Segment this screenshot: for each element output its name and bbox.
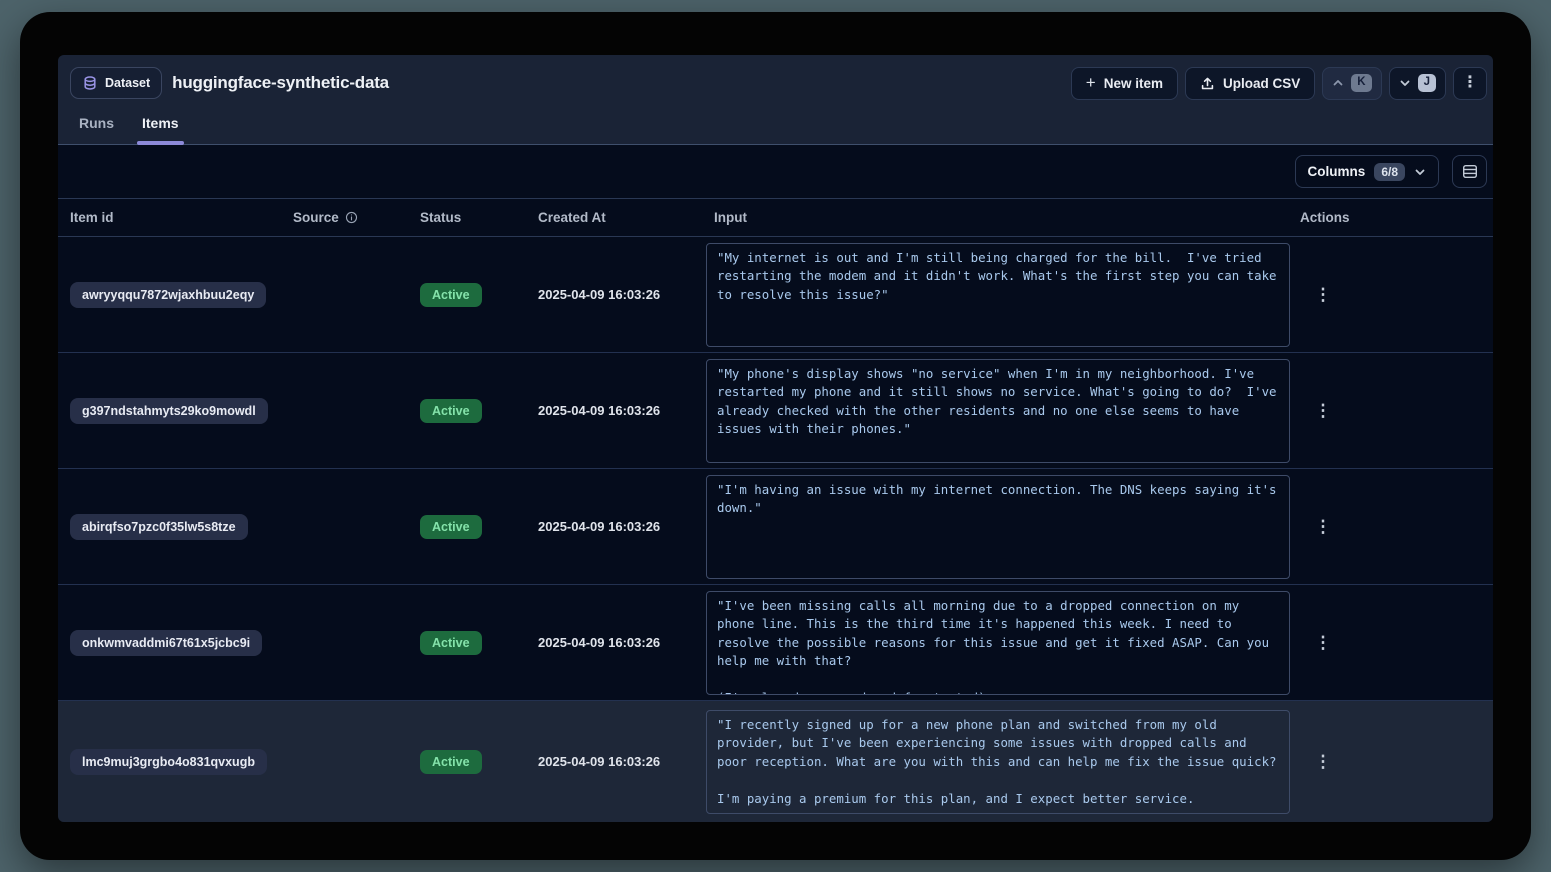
columns-count-badge: 6/8 [1374,163,1405,181]
chevron-down-icon [1399,77,1411,89]
kebab-menu-icon: ⋮ [1315,286,1332,303]
row-height-button[interactable] [1452,155,1487,188]
upload-csv-button[interactable]: Upload CSV [1185,67,1315,100]
created-at-value: 2025-04-09 16:03:26 [538,754,706,769]
input-preview[interactable]: "I recently signed up for a new phone pl… [706,710,1290,814]
created-at-value: 2025-04-09 16:03:26 [538,287,706,302]
chevron-down-icon [1414,166,1426,178]
input-preview[interactable]: "My phone's display shows "no service" w… [706,359,1290,463]
header-actions: Actions [1300,210,1493,225]
status-badge: Active [420,750,482,774]
prev-item-button[interactable]: K [1322,67,1381,100]
page-title: huggingface-synthetic-data [172,73,389,93]
item-id-pill[interactable]: onkwmvaddmi67t61x5jcbc9i [70,630,262,656]
row-actions-button[interactable]: ⋮ [1308,512,1338,542]
table-row[interactable]: awryyqqu7872wjaxhbuu2eqy Active 2025-04-… [58,237,1493,353]
item-id-pill[interactable]: g397ndstahmyts29ko9mowdl [70,398,268,424]
header-top: Dataset huggingface-synthetic-data + New… [70,66,1487,100]
tab-runs[interactable]: Runs [74,115,119,144]
item-id-pill[interactable]: lmc9muj3grgbo4o831qvxugb [70,749,267,775]
table-header-row: Item id Source Status Created At Input A… [58,198,1493,237]
table-rows-icon [1462,164,1478,179]
header-created-at: Created At [538,210,706,225]
table-row[interactable]: g397ndstahmyts29ko9mowdl Active 2025-04-… [58,353,1493,469]
plus-icon: + [1086,74,1096,91]
header-status: Status [420,210,538,225]
overflow-menu-button[interactable]: ⋮ [1453,67,1487,100]
chevron-up-icon [1332,77,1344,89]
input-preview[interactable]: "I've been missing calls all morning due… [706,591,1290,695]
created-at-value: 2025-04-09 16:03:26 [538,519,706,534]
status-badge: Active [420,399,482,423]
status-badge: Active [420,631,482,655]
next-item-button[interactable]: J [1389,67,1446,100]
upload-icon [1200,76,1215,91]
created-at-value: 2025-04-09 16:03:26 [538,635,706,650]
table-body: awryyqqu7872wjaxhbuu2eqy Active 2025-04-… [58,237,1493,822]
kebab-menu-icon: ⋮ [1315,402,1332,419]
tab-items[interactable]: Items [137,115,184,144]
keyboard-key-k: K [1351,74,1371,92]
status-badge: Active [420,283,482,307]
header-actions: + New item Upload CSV K [1071,67,1487,100]
kebab-menu-icon: ⋮ [1315,753,1332,770]
created-at-value: 2025-04-09 16:03:26 [538,403,706,418]
new-item-button[interactable]: + New item [1071,67,1178,100]
input-preview[interactable]: "My internet is out and I'm still being … [706,243,1290,347]
columns-dropdown-button[interactable]: Columns 6/8 [1295,155,1439,188]
item-id-pill[interactable]: abirqfso7pzc0f35lw5s8tze [70,514,248,540]
row-actions-button[interactable]: ⋮ [1308,747,1338,777]
kebab-menu-icon: ⋮ [1462,75,1478,91]
row-actions-button[interactable]: ⋮ [1308,396,1338,426]
table-toolbar: Columns 6/8 [58,145,1493,198]
tab-bar: Runs Items [70,115,1487,144]
database-icon [82,75,98,91]
table-row[interactable]: abirqfso7pzc0f35lw5s8tze Active 2025-04-… [58,469,1493,585]
row-actions-button[interactable]: ⋮ [1308,280,1338,310]
table-row[interactable]: onkwmvaddmi67t61x5jcbc9i Active 2025-04-… [58,585,1493,701]
row-actions-button[interactable]: ⋮ [1308,628,1338,658]
dataset-app: Dataset huggingface-synthetic-data + New… [58,55,1493,822]
kebab-menu-icon: ⋮ [1315,518,1332,535]
input-preview[interactable]: "I'm having an issue with my internet co… [706,475,1290,579]
dataset-badge-label: Dataset [105,76,150,90]
status-badge: Active [420,515,482,539]
info-icon[interactable] [345,211,358,224]
item-id-pill[interactable]: awryyqqu7872wjaxhbuu2eqy [70,282,266,308]
app-header: Dataset huggingface-synthetic-data + New… [58,55,1493,145]
header-input: Input [706,210,1300,225]
dataset-type-badge: Dataset [70,67,162,99]
keyboard-key-j: J [1418,74,1436,92]
table-row-highlighted[interactable]: lmc9muj3grgbo4o831qvxugb Active 2025-04-… [58,701,1493,822]
header-source: Source [293,210,420,225]
header-item-id: Item id [70,210,293,225]
kebab-menu-icon: ⋮ [1315,634,1332,651]
table-zone: Columns 6/8 Item id Source [58,145,1493,822]
